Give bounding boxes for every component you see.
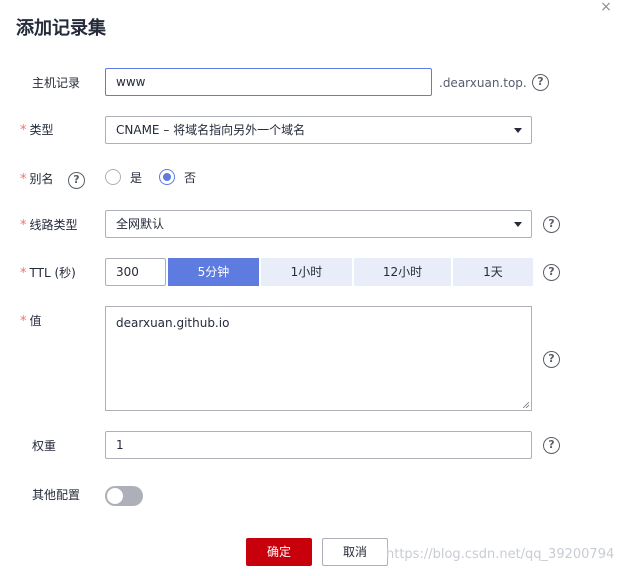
cancel-button[interactable]: 取消	[322, 538, 388, 566]
weight-help-icon[interactable]: ?	[543, 437, 560, 454]
alias-radio-no[interactable]	[159, 169, 175, 185]
value-label: * 值	[20, 313, 42, 330]
value-textarea[interactable]: dearxuan.github.io	[105, 306, 532, 411]
dialog-title: 添加记录集	[16, 18, 106, 39]
alias-option-yes-label: 是	[130, 171, 143, 185]
line-type-help-icon[interactable]: ?	[543, 216, 560, 233]
required-mark: *	[20, 266, 27, 281]
alias-label-text: 别名	[29, 172, 54, 186]
required-mark: *	[20, 218, 27, 233]
value-textarea-content: dearxuan.github.io	[116, 316, 230, 330]
chevron-down-icon	[514, 222, 522, 227]
ttl-preset-5min[interactable]: 5分钟	[168, 258, 259, 286]
watermark: https://blog.csdn.net/qq_39200794	[386, 547, 615, 562]
line-type-select[interactable]: 全网默认	[105, 210, 532, 238]
alias-label: * 别名	[20, 171, 54, 188]
other-config-toggle[interactable]	[105, 486, 143, 506]
type-label-text: 类型	[29, 123, 54, 137]
type-select[interactable]: CNAME – 将域名指向另外一个域名	[105, 116, 532, 144]
alias-radio-yes[interactable]	[105, 169, 121, 185]
other-config-label: 其他配置	[32, 488, 81, 502]
alias-help-icon[interactable]: ?	[68, 172, 85, 189]
ttl-help-icon[interactable]: ?	[543, 264, 560, 281]
type-select-value: CNAME – 将域名指向另外一个域名	[116, 123, 306, 137]
ttl-preset-1h[interactable]: 1小时	[261, 258, 352, 286]
line-type-select-value: 全网默认	[116, 217, 165, 231]
host-help-icon[interactable]: ?	[532, 74, 549, 91]
host-record-label: 主机记录	[32, 76, 81, 90]
type-label: * 类型	[20, 122, 54, 139]
toggle-knob	[107, 488, 123, 504]
close-icon[interactable]: ×	[596, 0, 616, 20]
value-label-text: 值	[29, 314, 42, 328]
line-type-label: * 线路类型	[20, 217, 78, 234]
chevron-down-icon	[514, 128, 522, 133]
required-mark: *	[20, 123, 27, 138]
required-mark: *	[20, 172, 27, 187]
ttl-input[interactable]: 300	[105, 258, 166, 286]
value-help-icon[interactable]: ?	[543, 351, 560, 368]
resize-handle-icon[interactable]	[523, 402, 529, 408]
ttl-label-text: TTL (秒)	[29, 266, 76, 280]
alias-option-no-label: 否	[184, 171, 197, 185]
ttl-preset-12h[interactable]: 12小时	[354, 258, 451, 286]
weight-input[interactable]: 1	[105, 431, 532, 459]
confirm-button[interactable]: 确定	[246, 538, 312, 566]
ttl-label: * TTL (秒)	[20, 265, 76, 282]
host-record-input[interactable]: www	[105, 68, 432, 96]
domain-suffix: .dearxuan.top.	[439, 76, 527, 90]
weight-label: 权重	[32, 439, 57, 453]
required-mark: *	[20, 314, 27, 329]
line-type-label-text: 线路类型	[29, 218, 78, 232]
ttl-preset-1d[interactable]: 1天	[453, 258, 533, 286]
